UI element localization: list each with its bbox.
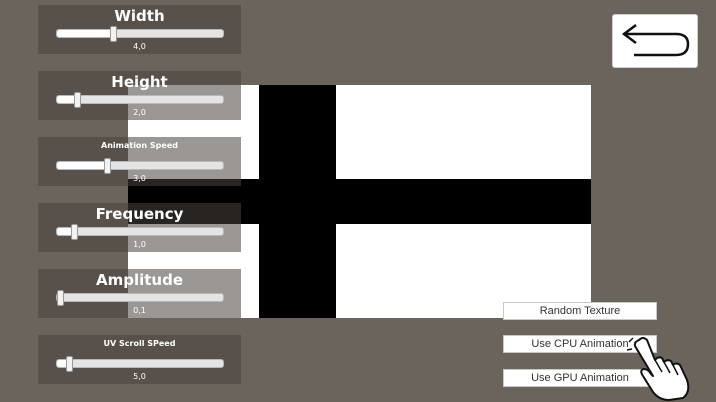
slider-value: 0,1 xyxy=(133,306,146,315)
slider-panel-animation-speed: Animation Speed 3,0 xyxy=(38,137,241,186)
slider-fill xyxy=(57,30,114,37)
slider-track[interactable] xyxy=(56,290,224,306)
slider-title: Width xyxy=(114,7,165,25)
slider-value: 2,0 xyxy=(133,108,146,117)
slider-panel-frequency: Frequency 1,0 xyxy=(38,203,241,252)
slider-value: 1,0 xyxy=(133,240,146,249)
slider-handle[interactable] xyxy=(73,92,81,108)
slider-panel-amplitude: Amplitude 0,1 xyxy=(38,269,241,318)
slider-title: Animation Speed xyxy=(101,141,178,150)
slider-title: Frequency xyxy=(95,205,184,223)
slider-track[interactable] xyxy=(56,26,224,42)
back-button[interactable] xyxy=(612,14,698,68)
hand-pointer-icon xyxy=(626,337,690,401)
slider-handle[interactable] xyxy=(103,158,111,174)
slider-value: 3,0 xyxy=(133,174,146,183)
slider-track[interactable] xyxy=(56,224,224,240)
slider-value: 5,0 xyxy=(133,372,146,381)
slider-title: Height xyxy=(111,73,168,91)
slider-handle[interactable] xyxy=(65,356,73,372)
slider-panel-height: Height 2,0 xyxy=(38,71,241,120)
slider-track[interactable] xyxy=(56,158,224,174)
slider-handle[interactable] xyxy=(57,290,65,306)
slider-handle[interactable] xyxy=(110,26,118,42)
undo-arrow-icon xyxy=(621,24,690,57)
slider-panel-width: Width 4,0 xyxy=(38,5,241,54)
slider-track[interactable] xyxy=(56,356,224,372)
slider-fill xyxy=(57,162,107,169)
slider-value: 4,0 xyxy=(133,42,146,51)
slider-panel-uv-scroll-speed: UV Scroll SPeed 5,0 xyxy=(38,335,241,384)
random-texture-button[interactable]: Random Texture xyxy=(503,302,657,320)
slider-title: Amplitude xyxy=(95,271,184,289)
slider-track[interactable] xyxy=(56,92,224,108)
slider-handle[interactable] xyxy=(70,224,78,240)
slider-title: UV Scroll SPeed xyxy=(103,339,176,348)
